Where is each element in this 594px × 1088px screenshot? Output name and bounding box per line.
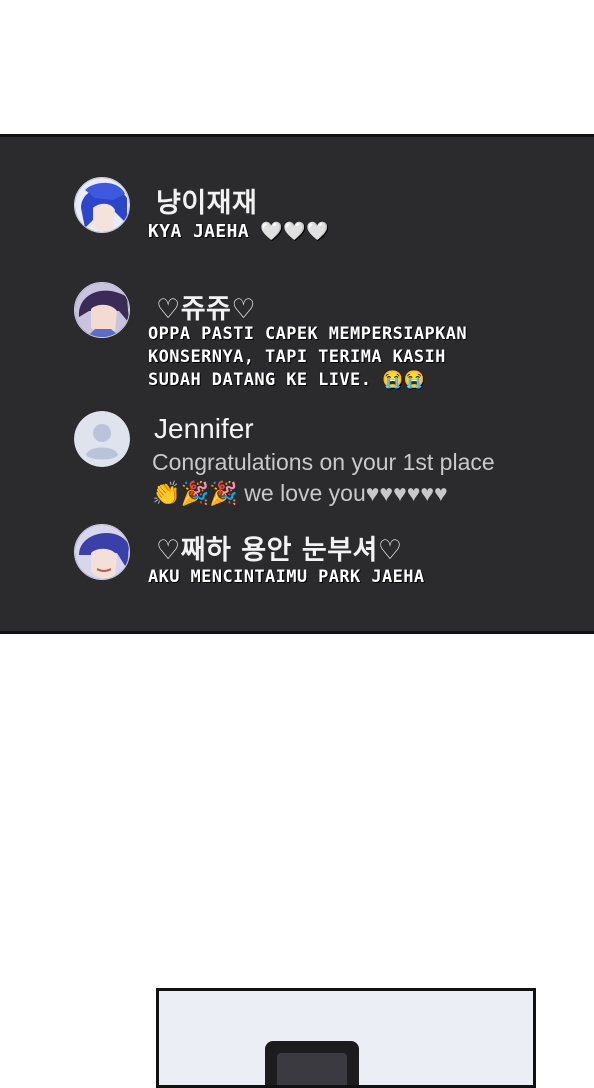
live-chat-panel: 냥이재재 KYA JAEHA 🤍🤍🤍 ♡쥬쥬♡ OPPA PASTI CAPEK… [0, 134, 594, 634]
avatar-blue-hair-image [75, 178, 129, 232]
avatar-purple-hair-image [75, 283, 129, 337]
phone-device-illustration [265, 1041, 359, 1085]
comment-text: Congratulations on your 1st place 👏🎉🎉 we… [152, 449, 495, 506]
avatar[interactable] [74, 282, 130, 338]
comment-username: Jennifer [154, 413, 254, 444]
comment-username: 냥이재재 [156, 188, 258, 219]
device-screen [277, 1053, 347, 1085]
avatar[interactable] [74, 177, 130, 233]
comment-text: OPPA PASTI CAPEK MEMPERSIAPKAN KONSERNYA… [148, 324, 468, 390]
comment-text: AKU MENCINTAIMU PARK JAEHA [148, 567, 425, 587]
default-user-icon[interactable] [74, 411, 130, 467]
default-user-icon-image [74, 411, 130, 467]
avatar-blue-hair-smile-image [75, 525, 129, 579]
comment-username: ♡쥬쥬♡ [156, 294, 257, 325]
next-panel-frame [156, 988, 536, 1088]
avatar[interactable] [74, 524, 130, 580]
comment-username: ♡째하 용안 눈부셔♡ [156, 535, 403, 566]
comment-text: KYA JAEHA 🤍🤍🤍 [148, 221, 329, 242]
